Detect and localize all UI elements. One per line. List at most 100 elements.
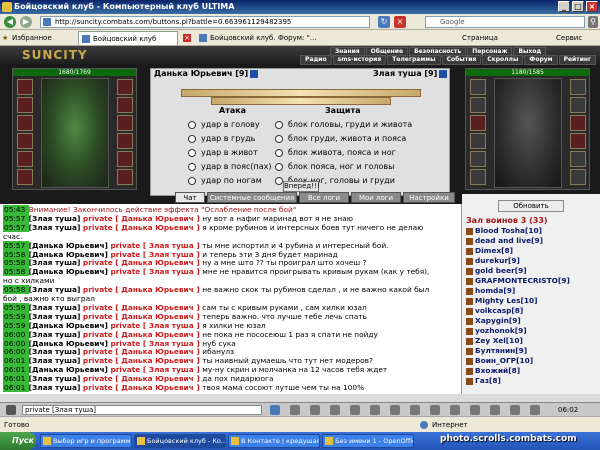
chat-private-tag[interactable]: private [ Данька Юрьевич ] [83,330,202,339]
player-list-item[interactable]: dead and live[9] [466,236,543,245]
chat-private-tag[interactable]: private [ Злая туша ] [111,250,203,259]
player-list-item[interactable]: Бултянин[9] [466,346,527,355]
bracer-slot[interactable] [117,169,133,185]
defense-option[interactable]: блок живота, пояса и ног [288,148,396,158]
player-list-item[interactable]: homda[9] [466,286,515,295]
attack-option[interactable]: удар в пояс(пах) [201,162,272,172]
chat-nick[interactable]: [Злая туша] [29,303,83,312]
nav-rating[interactable]: Рейтинг [558,55,597,65]
sound-icon[interactable] [370,405,380,415]
helmet-slot[interactable] [470,79,486,95]
player-name[interactable]: durekur[9] [475,256,520,265]
chat-private-tag[interactable]: private [ Данька Юрьевич ] [83,223,202,232]
player-list-item[interactable]: Вхожий[8] [466,366,520,375]
defense-radio[interactable] [275,177,283,185]
chat-nick[interactable]: [Злая туша] [29,258,83,267]
nav-forum[interactable]: Форум [524,55,558,65]
armor-slot[interactable] [470,133,486,149]
rings-slot[interactable] [570,97,586,113]
player-list-item[interactable]: yozhonok[9] [466,326,527,335]
helmet-slot[interactable] [17,79,33,95]
start-button[interactable]: Пуск [0,432,36,450]
shield-slot[interactable] [570,133,586,149]
rings-slot[interactable] [117,97,133,113]
chat-private-tag[interactable]: private [ Злая туша ] [111,339,203,348]
player-name[interactable]: GRAFMONTECRISTO[9] [475,276,570,285]
color-icon[interactable] [430,405,440,415]
player-list-item[interactable]: Xapygin[9] [466,316,521,325]
stop-icon[interactable]: × [394,16,406,28]
chat-nick[interactable]: [Злая туша] [29,214,83,223]
chat-nick[interactable]: [Данька Юрьевич] [29,241,111,250]
player-name[interactable]: Газ[8] [475,376,501,385]
go-button[interactable]: Вперёд!!! [283,181,320,192]
log-icon[interactable] [490,405,500,415]
attack-radio[interactable] [188,149,196,157]
chat-nick[interactable]: [Злая туша] [29,223,83,232]
search-icon[interactable]: ⚲ [588,16,598,28]
chat-private-tag[interactable]: private [ Данька Юрьевич ] [83,374,202,383]
player-name[interactable]: Xapygin[9] [475,316,521,325]
chat-nick[interactable]: [Злая туша] [29,374,83,383]
defense-radio[interactable] [275,121,283,129]
favorites-star-icon[interactable]: ★ [2,31,8,45]
chat-nick[interactable]: [Данька Юрьевич] [29,267,111,276]
attack-radio[interactable] [188,135,196,143]
task-item[interactable]: В Контакте | кредушая... [228,434,320,448]
shield-slot[interactable] [117,133,133,149]
bracer-slot[interactable] [570,169,586,185]
player-list-item[interactable]: Zey Xel[10] [466,336,523,345]
nav-sms[interactable]: sms-история [332,55,387,65]
chat-input[interactable]: private [Злая туша] [22,405,262,415]
chat-nick[interactable]: [Данька Юрьевич] [29,339,111,348]
player-name[interactable]: Mighty Les[10] [475,296,538,305]
task-item[interactable]: Выбор игр и программ [40,434,132,448]
translit-icon[interactable] [330,405,340,415]
chat-nick[interactable]: [Данька Юрьевич] [29,365,111,374]
amulet-slot[interactable] [470,97,486,113]
close-button[interactable]: × [586,1,598,12]
player-name[interactable]: Вхожий[8] [475,366,520,375]
player-list-item[interactable]: Воин_ОГР[10] [466,356,533,365]
nav-radio[interactable]: Радио [300,55,332,65]
tab-settings[interactable]: Настройки [403,192,455,203]
player-list-item[interactable]: Mighty Les[10] [466,296,538,305]
player-name[interactable]: Blood Tosha[10] [475,226,542,235]
nav-scrolls[interactable]: Скроллы [482,55,524,65]
player-right-name[interactable]: Злая туша [9] [373,69,448,79]
player-name[interactable]: Zey Xel[10] [475,336,523,345]
leggings-slot[interactable] [570,151,586,167]
player-name[interactable]: homda[9] [475,286,515,295]
amulet-slot[interactable] [17,97,33,113]
attack-radio[interactable] [188,177,196,185]
address-input[interactable]: http://suncity.combats.com/buttons.pl?ba… [40,16,370,28]
boots-slot[interactable] [470,169,486,185]
tab-system[interactable]: Системные сообщения [207,192,297,203]
scroll-icon[interactable] [390,405,400,415]
chat-private-tag[interactable]: private [ Злая туша ] [111,365,203,374]
chat-private-tag[interactable]: private [ Данька Юрьевич ] [83,258,202,267]
back-icon[interactable]: ◀ [4,16,16,28]
defense-option[interactable]: блок груди, живота и пояса [288,134,406,144]
chat-private-tag[interactable]: private [ Данька Юрьевич ] [83,312,202,321]
left-character-figure[interactable] [41,78,109,188]
exit-icon[interactable] [530,405,540,415]
chat-private-tag[interactable]: private [ Данька Юрьевич ] [83,285,202,294]
history-icon[interactable] [450,405,460,415]
forward-icon[interactable]: ▶ [20,16,32,28]
filter-icon[interactable] [350,405,360,415]
boots-slot[interactable] [17,169,33,185]
player-list-item[interactable]: durekur[9] [466,256,520,265]
page-menu[interactable]: Страница [462,31,498,45]
chat-private-tag[interactable]: private [ Злая туша ] [111,267,203,276]
tab-chat[interactable]: Чат [175,192,205,203]
armor-slot[interactable] [17,133,33,149]
settings-icon[interactable] [510,405,520,415]
go-icon[interactable]: ↻ [378,16,390,28]
attack-radio[interactable] [188,121,196,129]
info-icon[interactable] [439,69,448,78]
chat-nick[interactable]: [Данька Юрьевич] [29,321,111,330]
maximize-button[interactable]: □ [572,1,584,12]
task-item[interactable]: Без имени 1 - OpenOffic... [322,434,414,448]
player-list-item[interactable]: Газ[8] [466,376,501,385]
